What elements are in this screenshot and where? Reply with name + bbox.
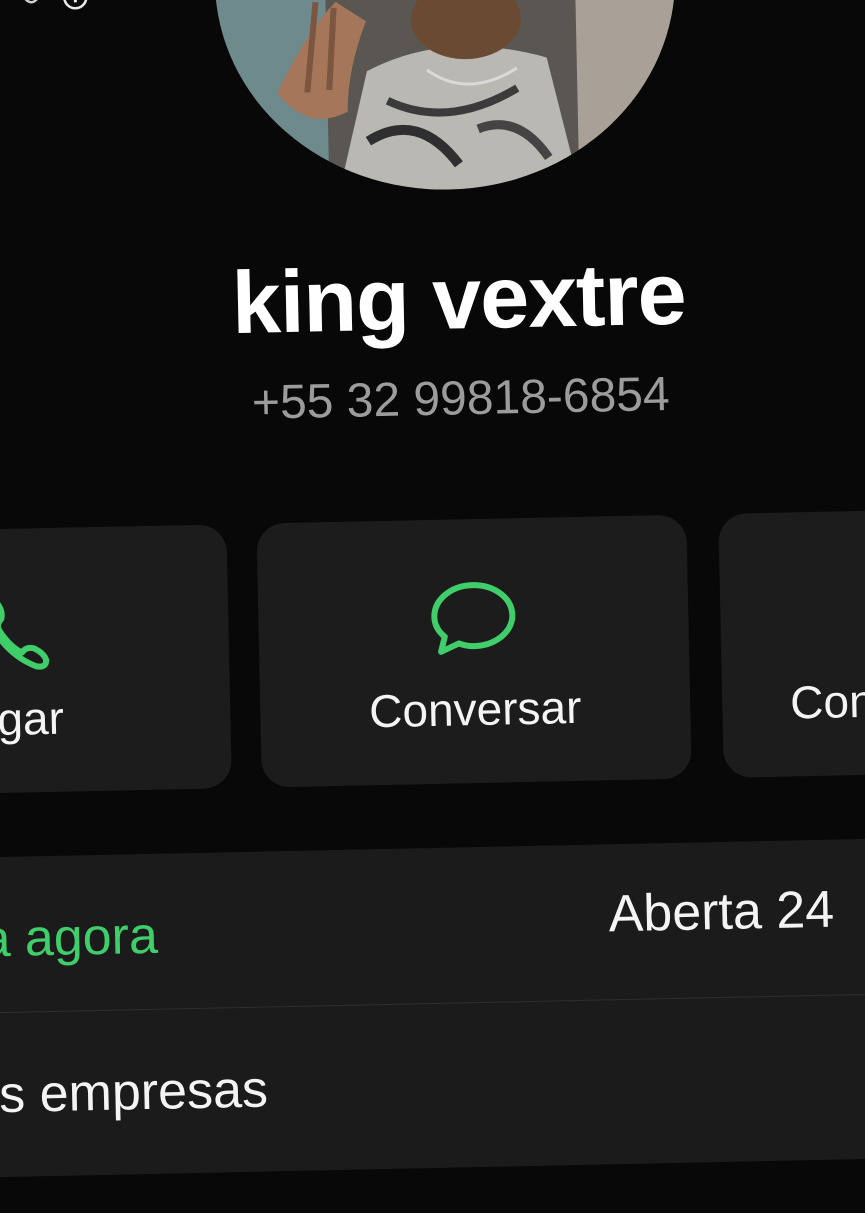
chat-button[interactable]: Conversar <box>256 514 692 788</box>
status-bar-icons <box>22 0 88 10</box>
phone-icon <box>0 600 50 670</box>
business-category-row[interactable]: as empresas <box>0 994 865 1169</box>
third-action-label: Con <box>789 674 865 729</box>
business-info-list: ta agora Aberta 24 as empresas <box>0 837 865 1178</box>
profile-photo[interactable] <box>210 0 680 195</box>
chat-button-label: Conversar <box>368 680 582 738</box>
chat-bubble-icon <box>431 582 516 655</box>
business-category-text: as empresas <box>0 1060 269 1125</box>
open-status-text: ta agora <box>0 906 159 969</box>
profile-photo-image <box>210 0 680 195</box>
contact-phone-number[interactable]: +55 32 99818-6854 <box>0 362 865 436</box>
contact-info-screen: king vextre +55 32 99818-6854 gar Conver… <box>0 0 865 1209</box>
business-hours-row[interactable]: ta agora Aberta 24 <box>0 838 865 1013</box>
third-action-button[interactable]: Con <box>718 505 865 778</box>
contact-name: king vextre <box>230 243 687 353</box>
call-button[interactable]: gar <box>0 524 232 798</box>
call-button-label: gar <box>0 691 65 746</box>
business-hours-text: Aberta 24 <box>608 880 835 944</box>
